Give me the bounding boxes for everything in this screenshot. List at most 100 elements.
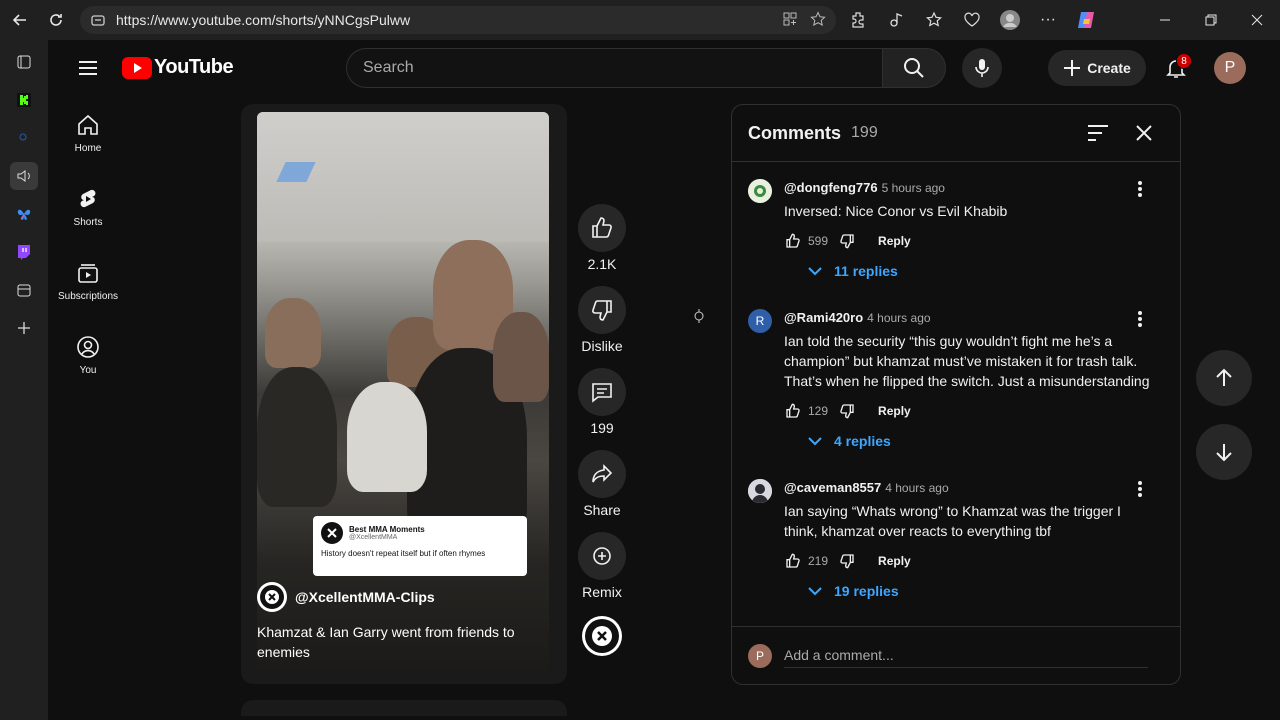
- add-sidebar-icon[interactable]: [10, 314, 38, 342]
- masthead: YouTube Search Create 8 P: [52, 40, 1280, 96]
- comment-dislike-button[interactable]: [838, 552, 856, 570]
- comment-count: 199: [590, 420, 614, 436]
- calendar-icon[interactable]: [10, 276, 38, 304]
- commenter-avatar[interactable]: [748, 179, 772, 203]
- video-person: [493, 312, 549, 402]
- previous-short-button[interactable]: [1196, 350, 1252, 406]
- tabs-icon[interactable]: [10, 48, 38, 76]
- comment-author[interactable]: @Rami420ro: [784, 310, 863, 325]
- create-button[interactable]: Create: [1048, 50, 1146, 86]
- comment-text: Inversed: Nice Conor vs Evil Khabib: [784, 203, 1008, 219]
- sort-comments-button[interactable]: [1086, 121, 1110, 145]
- browser-toolbar: https://www.youtube.com/shorts/yNNCgsPul…: [0, 0, 1280, 40]
- comment-author[interactable]: @caveman8557: [784, 480, 881, 495]
- favorites-icon[interactable]: [922, 8, 946, 32]
- comment-more-button[interactable]: [1130, 309, 1150, 329]
- address-bar[interactable]: https://www.youtube.com/shorts/yNNCgsPul…: [80, 6, 836, 34]
- kick-icon[interactable]: [10, 86, 38, 114]
- comment-like-button[interactable]: [784, 232, 802, 250]
- profile-icon[interactable]: [998, 8, 1022, 32]
- butterfly-icon[interactable]: [10, 200, 38, 228]
- browser-sidebar: [0, 40, 48, 720]
- voice-search-button[interactable]: [962, 48, 1002, 88]
- view-replies-button[interactable]: 4 replies: [808, 433, 1154, 449]
- url-text: https://www.youtube.com/shorts/yNNCgsPul…: [116, 12, 411, 28]
- minimize-button[interactable]: [1142, 0, 1188, 40]
- media-icon[interactable]: [884, 8, 908, 32]
- view-replies-button[interactable]: 19 replies: [808, 583, 1154, 599]
- video-person: [257, 367, 337, 507]
- comment-reply-button[interactable]: Reply: [878, 554, 911, 568]
- comment-text: Ian told the security “this guy wouldn’t…: [784, 333, 1150, 389]
- remix-label: Remix: [582, 584, 622, 600]
- search-sidebar-icon[interactable]: [10, 124, 38, 152]
- reader-view-icon[interactable]: [782, 11, 798, 30]
- nav-item-home[interactable]: Home: [52, 96, 124, 170]
- extensions-icon[interactable]: [846, 8, 870, 32]
- refresh-button[interactable]: [38, 2, 74, 38]
- comments-action: 199: [578, 368, 626, 436]
- thumbs-up-icon: [786, 553, 800, 568]
- next-short-button[interactable]: [1196, 424, 1252, 480]
- comment-time[interactable]: 4 hours ago: [867, 311, 930, 325]
- more-vert-icon: [1138, 181, 1142, 197]
- close-comments-button[interactable]: [1132, 121, 1156, 145]
- tweet-text: History doesn't repeat itself but if oft…: [321, 549, 486, 558]
- avatar-image-icon: [748, 479, 772, 503]
- back-button[interactable]: [2, 2, 38, 38]
- restore-button[interactable]: [1188, 0, 1234, 40]
- like-button[interactable]: [578, 204, 626, 252]
- comment-reply-button[interactable]: Reply: [878, 404, 911, 418]
- account-avatar[interactable]: P: [1214, 52, 1246, 84]
- more-options-icon[interactable]: ···: [1036, 8, 1060, 32]
- like-count: 2.1K: [587, 256, 617, 272]
- search-button[interactable]: [882, 48, 946, 88]
- view-replies-button[interactable]: 11 replies: [808, 263, 1154, 279]
- channel-avatar[interactable]: [257, 582, 287, 612]
- comment-time[interactable]: 4 hours ago: [885, 481, 948, 495]
- sound-channel-avatar[interactable]: [582, 616, 622, 656]
- shorts-navigation: [1196, 350, 1252, 480]
- dislike-button[interactable]: [578, 286, 626, 334]
- remix-button[interactable]: [578, 532, 626, 580]
- channel-name[interactable]: @XcellentMMA-Clips: [295, 589, 435, 605]
- copilot-icon[interactable]: [1074, 8, 1098, 32]
- dislike-action: Dislike: [578, 286, 626, 354]
- favorite-star-icon[interactable]: [810, 10, 826, 30]
- nav-label: Subscriptions: [57, 290, 119, 302]
- next-short-preview[interactable]: [241, 700, 567, 716]
- youtube-logo[interactable]: YouTube: [122, 56, 234, 79]
- add-comment-input[interactable]: Add a comment...: [784, 644, 1148, 668]
- video-title: Khamzat & Ian Garry went from friends to…: [257, 624, 515, 660]
- remix-action: Remix: [578, 532, 626, 600]
- nav-item-shorts[interactable]: Shorts: [52, 170, 124, 244]
- comment-author[interactable]: @dongfeng776: [784, 180, 878, 195]
- site-info-icon[interactable]: [90, 12, 108, 28]
- guide-menu-button[interactable]: [72, 52, 104, 84]
- add-comment-bar: P Add a comment...: [732, 626, 1180, 684]
- comment-dislike-button[interactable]: [838, 402, 856, 420]
- close-window-button[interactable]: [1234, 0, 1280, 40]
- comment-dislike-button[interactable]: [838, 232, 856, 250]
- channel-logo-icon: [260, 585, 284, 609]
- comment-time[interactable]: 5 hours ago: [882, 181, 945, 195]
- comment-reply-button[interactable]: Reply: [878, 234, 911, 248]
- nav-item-you[interactable]: You: [52, 318, 124, 392]
- nav-item-subscriptions[interactable]: Subscriptions: [52, 244, 124, 318]
- comment-more-button[interactable]: [1130, 179, 1150, 199]
- health-icon[interactable]: [960, 8, 984, 32]
- logo-text: YouTube: [154, 56, 234, 78]
- refresh-icon: [50, 14, 62, 26]
- shorts-player[interactable]: Best MMA Moments @XcellentMMA History do…: [241, 104, 567, 684]
- comment-more-button[interactable]: [1130, 479, 1150, 499]
- share-button[interactable]: [578, 450, 626, 498]
- commenter-avatar[interactable]: [748, 479, 772, 503]
- nav-label: Home: [74, 142, 102, 154]
- commenter-avatar[interactable]: R: [748, 309, 772, 333]
- audio-icon[interactable]: [10, 162, 38, 190]
- search-input[interactable]: Search: [346, 48, 882, 88]
- comments-button[interactable]: [578, 368, 626, 416]
- comment-like-button[interactable]: [784, 402, 802, 420]
- comment-like-button[interactable]: [784, 552, 802, 570]
- twitch-icon[interactable]: [10, 238, 38, 266]
